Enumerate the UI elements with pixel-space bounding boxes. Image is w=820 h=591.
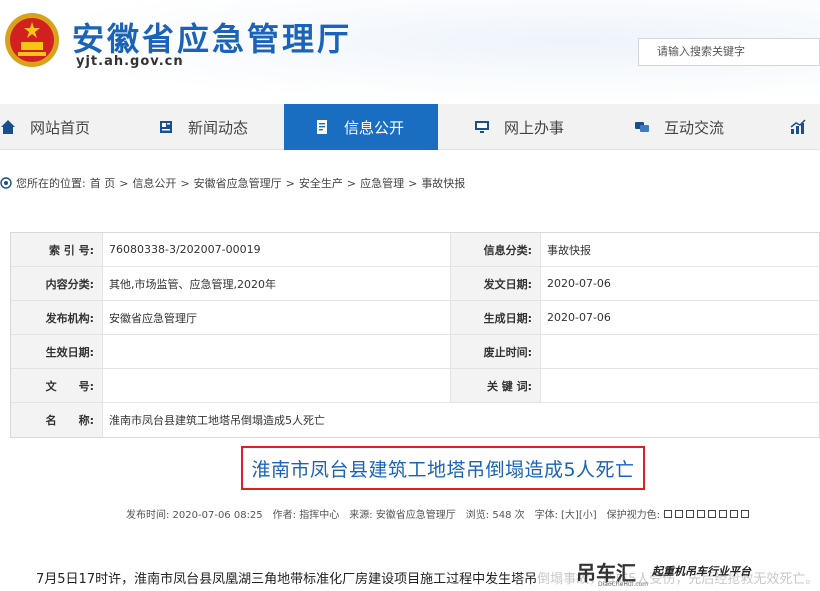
eye-care-color-swatches [664,509,749,518]
gendate-value: 2020-07-06 [547,311,611,324]
nav-item-interaction[interactable]: 互动交流 [634,104,764,150]
published-time: 发布时间: 2020-07-06 08:25 [126,510,263,521]
main-nav: 网站首页 新闻动态 信息公开 网上办事 互动交流 [0,104,820,150]
effective-label: 生效日期: [11,335,103,368]
breadcrumb-separator: > [119,176,129,190]
nav-label: 信息公开 [344,118,405,137]
breadcrumb: 您所在的位置: 首 页 > 信息公开 > 安徽省应急管理厅 > 安全生产 > 应… [0,175,465,191]
docno-label: 文 号: [11,369,103,402]
index-label: 索 引 号: [11,233,103,266]
national-emblem-icon [5,13,59,67]
color-swatch[interactable] [719,509,727,518]
site-header: 安徽省应急管理厅 yjt.ah.gov.cn 请输入搜索关键字 [0,0,820,104]
publication-info: 发布时间: 2020-07-06 08:25 作者: 指挥中心 来源: 安徽省应… [126,506,749,521]
name-label: 名 称: [11,403,103,437]
effective-value [103,335,451,368]
name-value: 淮南市凤台县建筑工地塔吊倒塌造成5人死亡 [109,414,325,427]
color-swatch[interactable] [697,509,705,518]
category-label: 信息分类: [451,233,541,266]
breadcrumb-separator: > [346,176,357,190]
watermark: 吊车汇 DiaoCheHui.com 起重机吊车行业平台 [536,551,820,591]
breadcrumb-link-home[interactable]: 首 页 [90,175,116,191]
nav-item-news[interactable]: 新闻动态 [158,104,282,150]
article-title: 淮南市凤台县建筑工地塔吊倒塌造成5人死亡 [251,458,635,481]
table-row: 发布机构: 安徽省应急管理厅 生成日期: 2020-07-06 [11,301,819,335]
pubdate-value: 2020-07-06 [547,277,611,290]
chat-icon [635,122,649,132]
org-label: 发布机构: [11,301,103,334]
color-swatch[interactable] [741,509,749,518]
keywords-value [541,369,819,402]
font-large-button[interactable]: [大] [561,506,579,521]
breadcrumb-separator: > [285,176,295,190]
table-row: 生效日期: 废止时间: [11,335,819,369]
search-input[interactable]: 请输入搜索关键字 [638,38,820,66]
breadcrumb-separator: > [408,176,418,190]
nav-item-data[interactable] [790,104,820,150]
table-row: 索 引 号: 76080338-3/202007-00019 信息分类: 事故快… [11,233,819,267]
author: 作者: 指挥中心 [272,510,340,521]
home-icon [1,120,15,134]
site-url: yjt.ah.gov.cn [76,54,184,69]
source: 来源: 安徽省应急管理厅 [349,510,456,521]
table-row: 内容分类: 其他,市场监管、应急管理,2020年 发文日期: 2020-07-0… [11,267,819,301]
color-swatch[interactable] [730,509,738,518]
breadcrumb-prefix: 您所在的位置: [16,177,86,190]
watermark-domain: DiaoCheHui.com [598,581,649,588]
news-icon [160,121,172,133]
nav-label: 网上办事 [504,118,565,137]
docno-value [103,369,451,402]
metadata-table: 索 引 号: 76080338-3/202007-00019 信息分类: 事故快… [10,232,820,438]
nav-label: 网站首页 [30,118,91,137]
nav-item-home[interactable]: 网站首页 [0,104,140,150]
color-swatch[interactable] [708,509,716,518]
breadcrumb-separator: > [180,176,190,190]
abolish-value [541,335,819,368]
org-value: 安徽省应急管理厅 [103,301,451,334]
article-title-highlight: 淮南市凤台县建筑工地塔吊倒塌造成5人死亡 [241,446,645,490]
document-icon [317,120,327,134]
nav-label: 互动交流 [664,118,725,137]
nav-item-online-service[interactable]: 网上办事 [474,104,604,150]
table-row: 文 号: 关 键 词: [11,369,819,403]
keywords-label: 关 键 词: [451,369,541,402]
eye-care-label: 保护视力色: [606,510,660,521]
nav-item-info-disclosure[interactable]: 信息公开 [284,104,438,150]
font-small-button[interactable]: [小] [579,506,597,521]
font-size-label: 字体: [534,510,558,521]
nav-label: 新闻动态 [188,118,249,137]
category-value: 事故快报 [547,243,591,257]
chart-icon [790,119,806,134]
breadcrumb-link-dept[interactable]: 安徽省应急管理厅 [194,175,282,191]
abolish-label: 废止时间: [451,335,541,368]
monitor-icon [475,121,489,133]
view-count: 浏览: 548 次 [465,510,525,521]
gendate-label: 生成日期: [451,301,541,334]
table-row: 名 称: 淮南市凤台县建筑工地塔吊倒塌造成5人死亡 [11,403,819,437]
breadcrumb-link-accident[interactable]: 事故快报 [421,175,465,191]
color-swatch[interactable] [686,509,694,518]
topic-value: 其他,市场监管、应急管理,2020年 [103,267,451,300]
breadcrumb-link-info[interactable]: 信息公开 [132,175,176,191]
color-swatch[interactable] [664,509,672,518]
index-value: 76080338-3/202007-00019 [103,233,451,266]
location-pin-icon [0,177,12,189]
topic-label: 内容分类: [11,267,103,300]
color-swatch[interactable] [675,509,683,518]
watermark-tagline: 起重机吊车行业平台 [652,565,751,578]
breadcrumb-link-emergency[interactable]: 应急管理 [360,175,404,191]
pubdate-label: 发文日期: [451,267,541,300]
breadcrumb-link-safety[interactable]: 安全生产 [299,175,343,191]
